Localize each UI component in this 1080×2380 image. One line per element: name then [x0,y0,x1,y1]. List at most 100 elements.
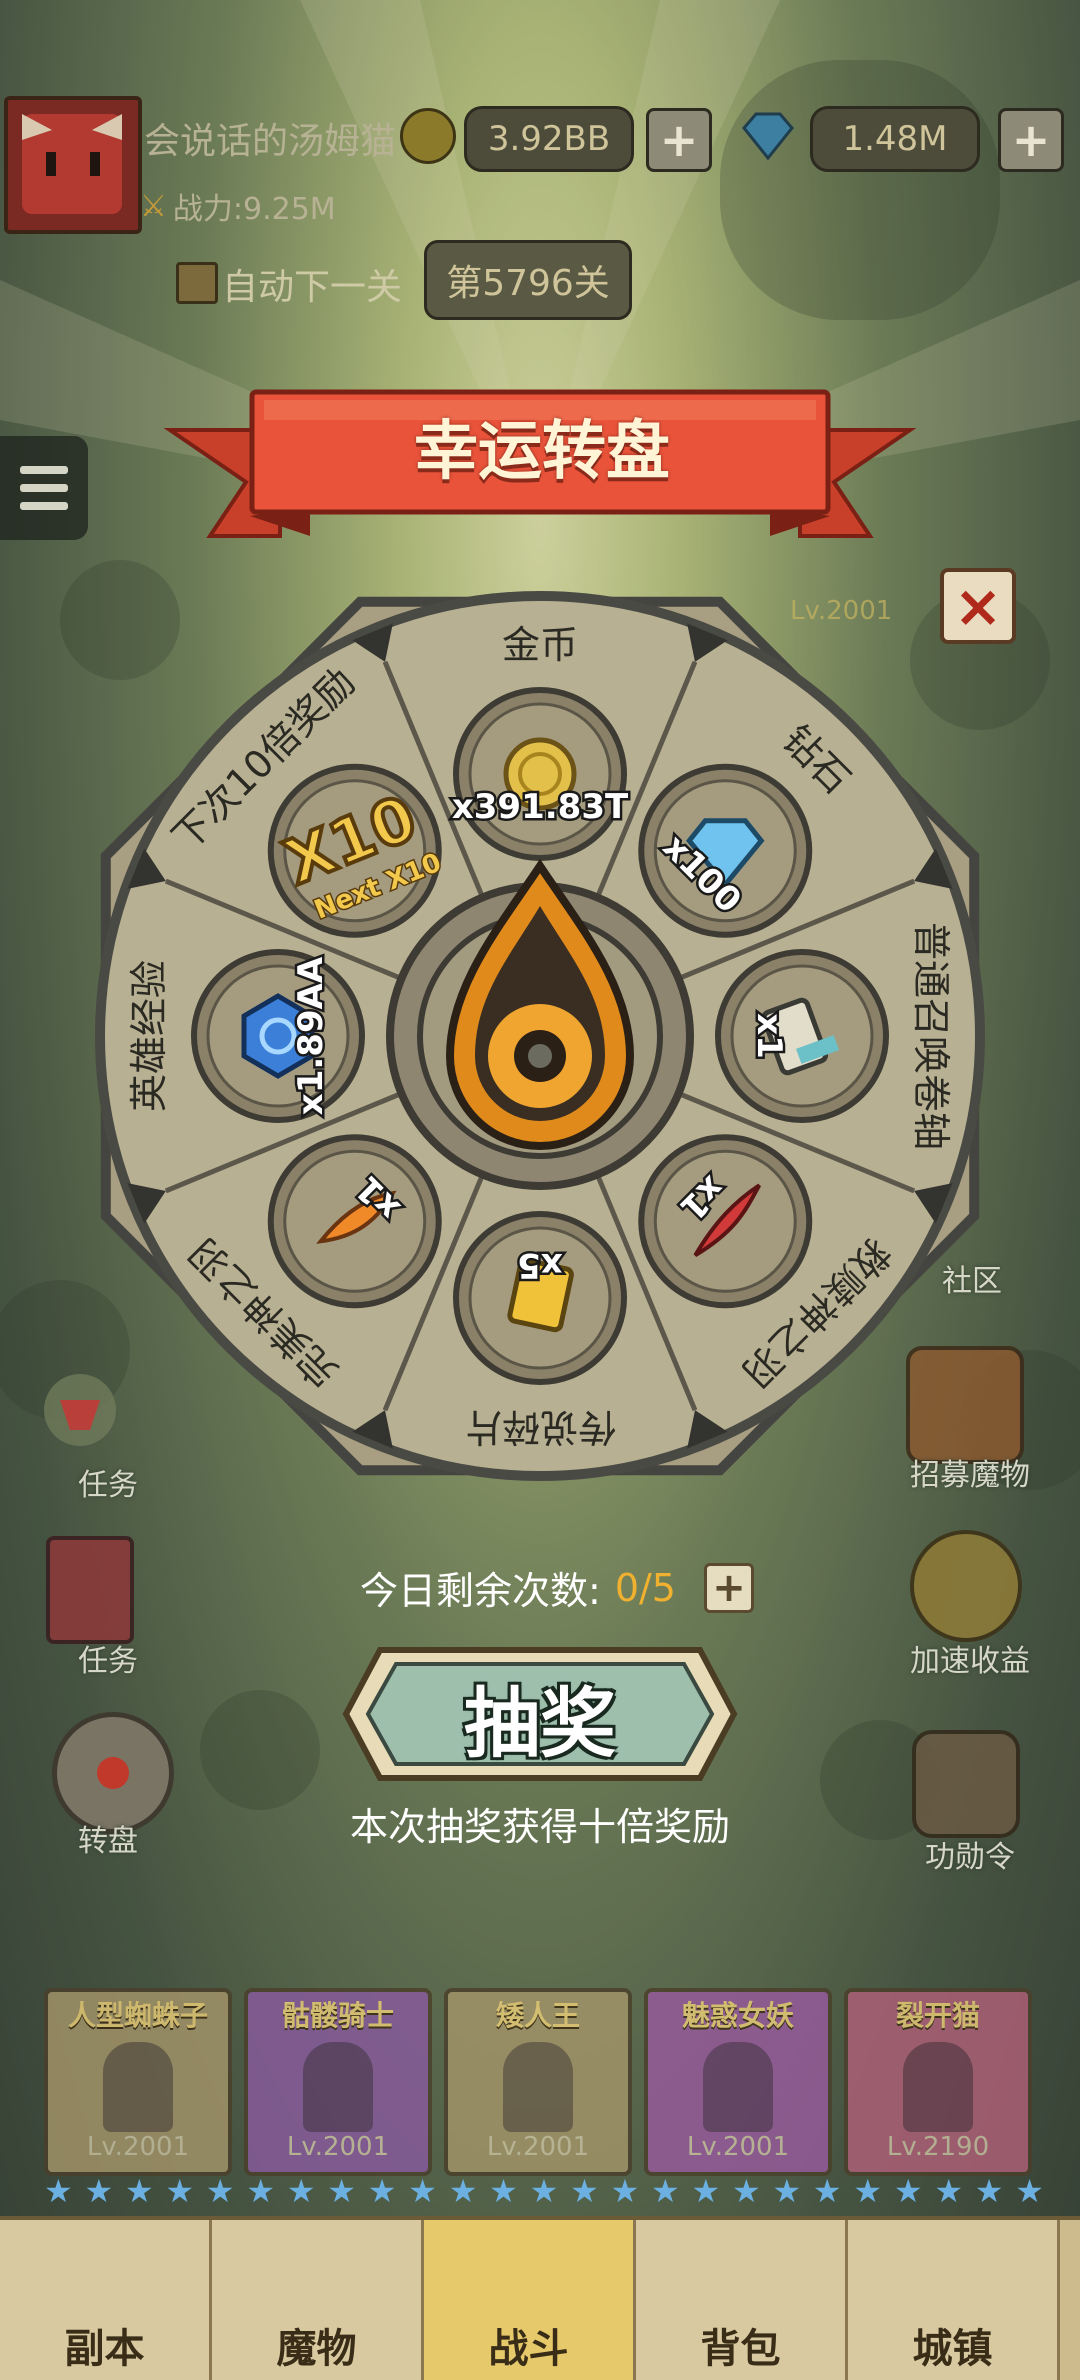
stage-number[interactable]: 第5796关 [424,240,632,320]
wheel-slot-value: x1.89AA [291,956,331,1115]
draw-button[interactable]: 抽奖 [340,1644,740,1784]
wheel-slot-value: x391.83T [452,787,629,827]
hero-level: Lv.2190 [886,2132,990,2162]
merit-helmet-icon[interactable] [912,1730,1020,1838]
hero-portrait [703,2042,773,2132]
star-icon: ★ [853,2172,883,2210]
tab-4[interactable]: 背包 [636,2220,848,2380]
menu-button[interactable] [0,436,88,540]
remaining-value: 0/5 [614,1565,676,1610]
wheel-title: 幸运转盘 [414,415,670,489]
wheel-slot-5: x5 [453,1211,627,1385]
menu-icon [20,466,68,474]
star-icon: ★ [124,2172,154,2210]
star-icon: ★ [570,2172,599,2210]
wheel-slot-label: 传说碎片 [464,1405,616,1449]
add-diamond-button[interactable]: + [998,108,1064,172]
hero-level: Lv.2001 [86,2132,190,2162]
star-icon: ★ [84,2172,114,2210]
star-icon: ★ [367,2172,397,2210]
wheel-slot-value: x5 [517,1245,563,1285]
hero-name: 裂开猫 [895,1999,980,2032]
hero-portrait [103,2042,173,2132]
hero-level: Lv.2001 [686,2132,790,2162]
hero-name: 骷髅骑士 [281,1999,394,2032]
draw-note: 本次抽奖获得十倍奖励 [349,1805,730,1849]
star-icon: ★ [974,2172,1004,2210]
player-name: 会说话的汤姆猫 [144,121,397,162]
speedup-coin-icon[interactable] [910,1530,1022,1642]
star-icon: ★ [1015,2172,1044,2210]
tab-label: 副本 [64,2326,145,2372]
remaining-label: 今日剩余次数: [360,1569,601,1613]
star-icon: ★ [651,2172,680,2210]
side-merit-label: 功勋令 [925,1840,1015,1875]
hero-card[interactable]: 骷髅骑士 Lv.2001 [244,1988,432,2176]
star-icon: ★ [812,2172,842,2210]
side-task-label-2: 任务 [78,1644,138,1679]
star-icon: ★ [246,2172,276,2210]
tab-label: 魔物 [276,2326,357,2372]
power-value: 战力:9.25M [172,192,336,227]
tab-label: 战斗 [488,2326,569,2372]
remaining-row: 今日剩余次数: 0/5 + [360,1560,754,1615]
wheel-slot-2: x100 [638,763,813,938]
tab-label: 背包 [700,2326,781,2372]
hero-card[interactable]: 裂开猫 Lv.2190 [844,1988,1032,2176]
diamond-amount: 1.48M [810,106,980,172]
wheel-slot-1: x391.83T [449,687,631,861]
star-icon: ★ [610,2172,640,2210]
star-icon: ★ [205,2172,235,2210]
star-icon: ★ [934,2172,963,2210]
player-avatar[interactable] [4,96,142,234]
diamond-icon [736,110,800,162]
gold-coin-icon [400,108,456,164]
star-icon: ★ [408,2172,437,2210]
hero-name: 矮人王 [495,1999,580,2032]
star-icon: ★ [772,2172,802,2210]
wheel-slot-3: x1 [715,949,889,1123]
wheel-slot-label: 普通召唤卷轴 [909,922,953,1150]
add-gold-button[interactable]: + [646,108,712,172]
hero-portrait [503,2042,573,2132]
tab-3[interactable]: 战斗 [424,2220,636,2380]
star-icon: ★ [286,2172,316,2210]
side-speedup-label: 加速收益 [910,1644,1030,1679]
star-icon: ★ [731,2172,761,2210]
crossed-swords-icon: ⚔ [140,188,167,224]
tab-label: 城镇 [912,2326,993,2372]
side-wheel-label: 转盘 [78,1824,138,1859]
auto-next-checkbox[interactable] [176,262,218,304]
lucky-wheel[interactable]: x391.83T金币x100钻石x1 普通召唤卷轴x1救赎神之羽x5传说碎片x1完… [60,556,1020,1516]
star-icon: ★ [529,2172,559,2210]
auto-next-label: 自动下一关 [222,267,403,308]
task-book-icon[interactable] [46,1536,134,1644]
wheel-slot-value: x1 [749,1013,789,1059]
star-icon: ★ [691,2172,721,2210]
star-icon: ★ [327,2172,356,2210]
hero-name: 人型蜘蛛子 [67,1999,208,2032]
tab-5[interactable]: 城镇 [848,2220,1060,2380]
hero-card[interactable]: 魅惑女妖 Lv.2001 [644,1988,832,2176]
cat-face-icon [22,114,122,214]
draw-button-label: 抽奖 [464,1679,616,1768]
gold-amount: 3.92BB [464,106,634,172]
hero-card[interactable]: 人型蜘蛛子 Lv.2001 [44,1988,232,2176]
hero-card[interactable]: 矮人王 Lv.2001 [444,1988,632,2176]
tab-2[interactable]: 魔物 [212,2220,424,2380]
add-spins-button[interactable]: + [703,1562,754,1613]
tab-1[interactable]: 副本 [0,2220,212,2380]
hero-portrait [303,2042,373,2132]
wheel-slot-6: x1 [267,1134,442,1309]
wheel-slot-label: 英雄经验 [127,960,171,1112]
star-icon: ★ [489,2172,518,2210]
star-icon: ★ [893,2172,923,2210]
hero-level: Lv.2001 [486,2132,590,2162]
hero-level: Lv.2001 [286,2132,390,2162]
wheel-slot-7: x1.89AA [191,949,365,1123]
star-icon: ★ [44,2172,73,2210]
bottom-tab-bar: 副本 魔物 战斗 背包 城镇 [0,2216,1080,2380]
hero-name: 魅惑女妖 [681,1999,794,2032]
star-row: ★ ★ ★ ★ ★ ★ ★ ★ ★ ★ ★ ★ ★ ★ ★ ★ ★ ★ ★ ★ ★ ★ ★ ★ ★ [44,2174,1044,2208]
star-icon: ★ [165,2172,195,2210]
